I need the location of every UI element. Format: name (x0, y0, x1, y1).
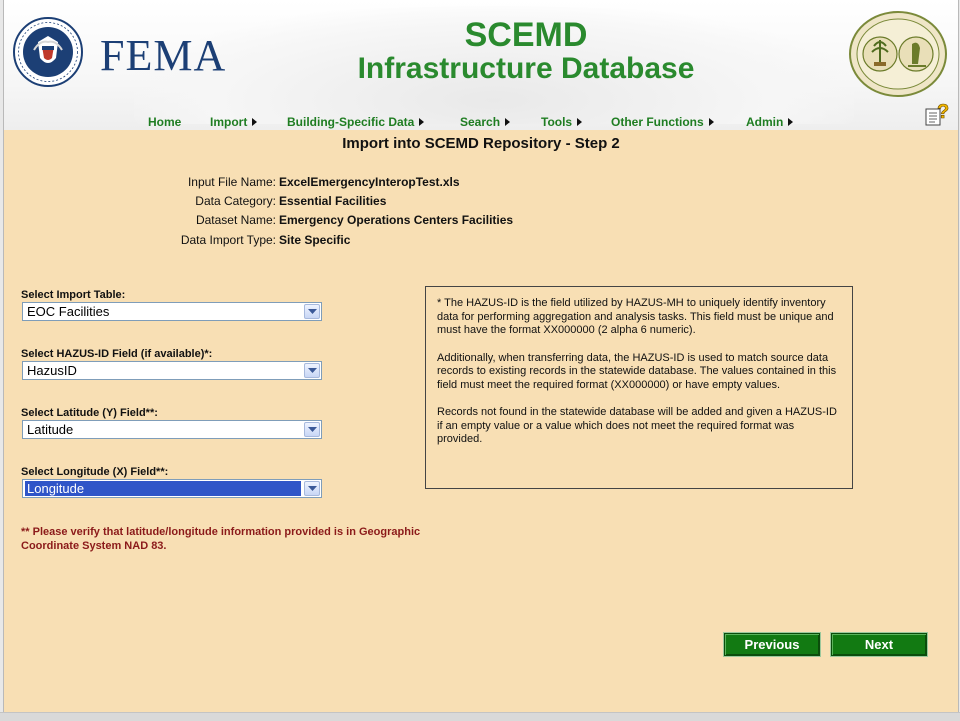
import-table-value: EOC Facilities (27, 304, 110, 319)
help-paragraph: Records not found in the statewide datab… (437, 406, 837, 445)
import-type-label: Data Import Type: (180, 233, 276, 247)
previous-button[interactable]: Previous (724, 633, 820, 656)
nav-building-specific-data[interactable]: Building-Specific Data (287, 115, 425, 129)
header-banner: FEMA SCEMD Infrastructure Database Home … (4, 0, 958, 130)
south-carolina-seal-icon (849, 11, 947, 97)
hazus-id-field-value: HazusID (27, 363, 77, 378)
help-paragraph: * The HAZUS-ID is the field utilized by … (437, 297, 834, 336)
input-file-value: ExcelEmergencyInteropTest.xls (279, 175, 460, 189)
nav-building-specific-data-label: Building-Specific Data (287, 115, 415, 129)
longitude-field-select[interactable]: Longitude (22, 479, 322, 498)
nav-admin[interactable]: Admin (746, 115, 794, 129)
nav-other-functions[interactable]: Other Functions (611, 115, 714, 129)
import-type-value: Site Specific (279, 233, 351, 247)
longitude-field-label: Select Longitude (X) Field**: (21, 466, 169, 478)
nav-home[interactable]: Home (148, 115, 181, 129)
app-title: SCEMD (464, 16, 588, 54)
nav-home-label: Home (148, 115, 182, 129)
page-title: Import into SCEMD Repository - Step 2 (342, 135, 620, 152)
input-file-label: Input File Name: (187, 175, 276, 189)
nav-admin-label: Admin (746, 115, 784, 129)
dataset-name-value: Emergency Operations Centers Facilities (279, 213, 514, 227)
dataset-name-label: Dataset Name: (195, 213, 276, 227)
submenu-arrow-icon (419, 118, 425, 126)
nav-tools[interactable]: Tools (541, 115, 583, 129)
dropdown-arrow-icon[interactable] (304, 304, 320, 319)
nav-other-functions-label: Other Functions (611, 115, 704, 129)
data-category-value: Essential Facilities (279, 194, 387, 208)
submenu-arrow-icon (252, 118, 258, 126)
help-paragraph: Additionally, when transferring data, th… (437, 351, 837, 391)
nav-tools-label: Tools (541, 115, 573, 129)
hazus-id-field-label: Select HAZUS-ID Field (if available)*: (21, 348, 213, 360)
dropdown-arrow-icon[interactable] (304, 422, 320, 437)
data-category-label: Data Category: (195, 194, 276, 208)
app-frame: FEMA SCEMD Infrastructure Database Home … (3, 0, 959, 712)
latitude-field-label: Select Latitude (Y) Field**: (21, 407, 158, 419)
coordinate-system-note: ** Please verify that latitude/longitude… (21, 526, 421, 552)
latitude-field-select[interactable]: Latitude (22, 420, 322, 439)
submenu-arrow-icon (505, 118, 511, 126)
next-button[interactable]: Next (831, 633, 927, 656)
nav-import[interactable]: Import (210, 115, 258, 129)
main-nav: Home Import Building-Specific Data Searc… (4, 112, 958, 130)
svg-text:?: ? (937, 101, 949, 123)
longitude-field-value: Longitude (25, 481, 301, 496)
nav-search-label: Search (460, 115, 501, 129)
dropdown-arrow-icon[interactable] (304, 481, 320, 496)
help-question-icon[interactable]: ? (924, 100, 952, 128)
latitude-field-value: Latitude (27, 422, 74, 437)
nav-search[interactable]: Search (460, 115, 511, 129)
nav-import-label: Import (210, 115, 248, 129)
import-table-select[interactable]: EOC Facilities (22, 302, 322, 321)
dropdown-arrow-icon[interactable] (304, 363, 320, 378)
hazus-id-field-select[interactable]: HazusID (22, 361, 322, 380)
submenu-arrow-icon (788, 118, 794, 126)
hazus-id-help-box: * The HAZUS-ID is the field utilized by … (425, 286, 853, 489)
app-subtitle: Infrastructure Database (357, 52, 695, 85)
submenu-arrow-icon (577, 118, 583, 126)
submenu-arrow-icon (708, 118, 714, 126)
import-table-label: Select Import Table: (21, 289, 126, 301)
